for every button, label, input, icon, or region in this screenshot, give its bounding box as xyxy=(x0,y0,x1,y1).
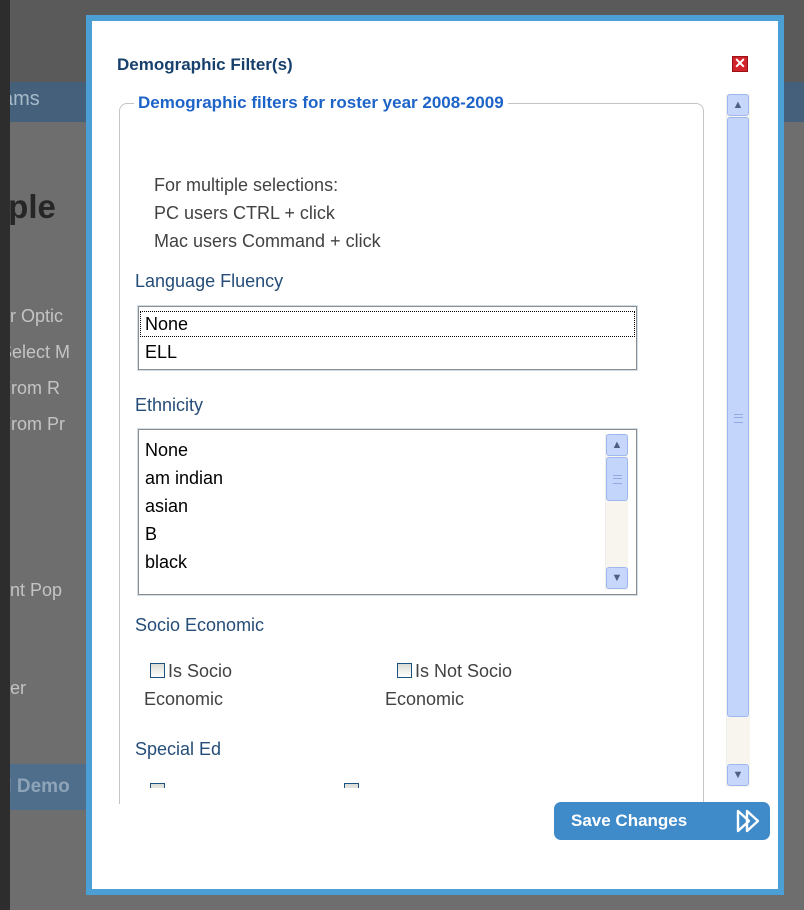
scroll-up-button[interactable]: ▲ xyxy=(727,94,749,116)
demographic-filter-modal: Demographic Filter(s) ✕ Demographic filt… xyxy=(86,15,784,895)
listbox-option[interactable]: B xyxy=(139,520,636,548)
special-ed-checkbox[interactable] xyxy=(150,783,165,788)
instructions-line: PC users CTRL + click xyxy=(154,203,335,223)
listbox-option[interactable]: ELL xyxy=(139,338,636,366)
background-nav-item: xams xyxy=(0,88,40,110)
background-option: From R xyxy=(0,378,60,398)
filters-legend: Demographic filters for roster year 2008… xyxy=(134,93,508,113)
checkbox-label: Is Socio xyxy=(168,661,233,681)
listbox-option[interactable]: None xyxy=(139,310,636,338)
modal-scrollbar[interactable]: ▲ ▼ xyxy=(726,94,750,787)
instructions: For multiple selections: PC users CTRL +… xyxy=(154,171,381,255)
chevron-down-icon: ▼ xyxy=(732,769,744,781)
is-socio-economic-checkbox[interactable] xyxy=(150,663,165,678)
save-changes-button[interactable]: Save Changes xyxy=(554,802,770,840)
is-socio-economic-option[interactable]: Is Socio xyxy=(150,657,232,685)
socio-economic-label: Socio Economic xyxy=(135,615,265,635)
scroll-down-button[interactable]: ▼ xyxy=(727,764,749,786)
ethnicity-listbox[interactable]: None am indian asian B black ▲ ▼ xyxy=(137,428,638,596)
background-option: er Optic xyxy=(0,306,64,326)
is-not-socio-economic-checkbox[interactable] xyxy=(397,663,412,678)
grip-icon xyxy=(734,414,743,423)
background-label: e xyxy=(0,836,88,857)
close-icon: ✕ xyxy=(734,55,746,71)
ethnicity-scrollbar[interactable]: ▲ ▼ xyxy=(605,434,628,590)
close-button[interactable]: ✕ xyxy=(732,56,748,72)
special-ed-checkbox-clipped[interactable] xyxy=(150,783,172,788)
double-arrow-right-icon xyxy=(736,809,760,833)
instructions-line: Mac users Command + click xyxy=(154,231,381,251)
background-option: From Pr xyxy=(0,414,65,434)
background-section-header: d Demo xyxy=(0,764,88,810)
chevron-down-icon: ▼ xyxy=(611,572,623,584)
scroll-up-button[interactable]: ▲ xyxy=(606,434,628,456)
is-socio-economic-label-cont: Economic xyxy=(144,689,224,709)
background-label: her xyxy=(0,678,27,698)
modal-title: Demographic Filter(s) xyxy=(117,55,293,74)
scroll-thumb[interactable] xyxy=(606,457,628,501)
grip-icon xyxy=(613,475,622,484)
save-changes-label: Save Changes xyxy=(571,811,688,830)
not-special-ed-checkbox-clipped[interactable] xyxy=(344,783,366,788)
listbox-option[interactable]: asian xyxy=(139,492,636,520)
ethnicity-label: Ethnicity xyxy=(135,395,204,415)
background-label: ent Pop xyxy=(0,580,63,600)
is-not-socio-economic-option[interactable]: Is Not Socio xyxy=(397,657,512,685)
checkbox-label: Is Not Socio xyxy=(415,661,513,681)
listbox-option[interactable]: black xyxy=(139,548,636,576)
background-page-heading: tiple xyxy=(0,188,56,225)
background-edge xyxy=(0,0,10,910)
scroll-thumb[interactable] xyxy=(727,117,749,717)
language-fluency-listbox[interactable]: None ELL xyxy=(137,305,638,371)
background-option: Select M xyxy=(0,342,71,362)
language-fluency-label: Language Fluency xyxy=(135,271,284,291)
chevron-up-icon: ▲ xyxy=(611,439,623,451)
is-not-socio-economic-label-cont: Economic xyxy=(385,689,465,709)
chevron-up-icon: ▲ xyxy=(732,99,744,111)
not-special-ed-checkbox[interactable] xyxy=(344,783,359,788)
scroll-down-button[interactable]: ▼ xyxy=(606,567,628,589)
listbox-option[interactable]: None xyxy=(139,436,636,464)
special-ed-label: Special Ed xyxy=(135,739,222,759)
listbox-option[interactable]: am indian xyxy=(139,464,636,492)
instructions-line: For multiple selections: xyxy=(154,175,339,195)
